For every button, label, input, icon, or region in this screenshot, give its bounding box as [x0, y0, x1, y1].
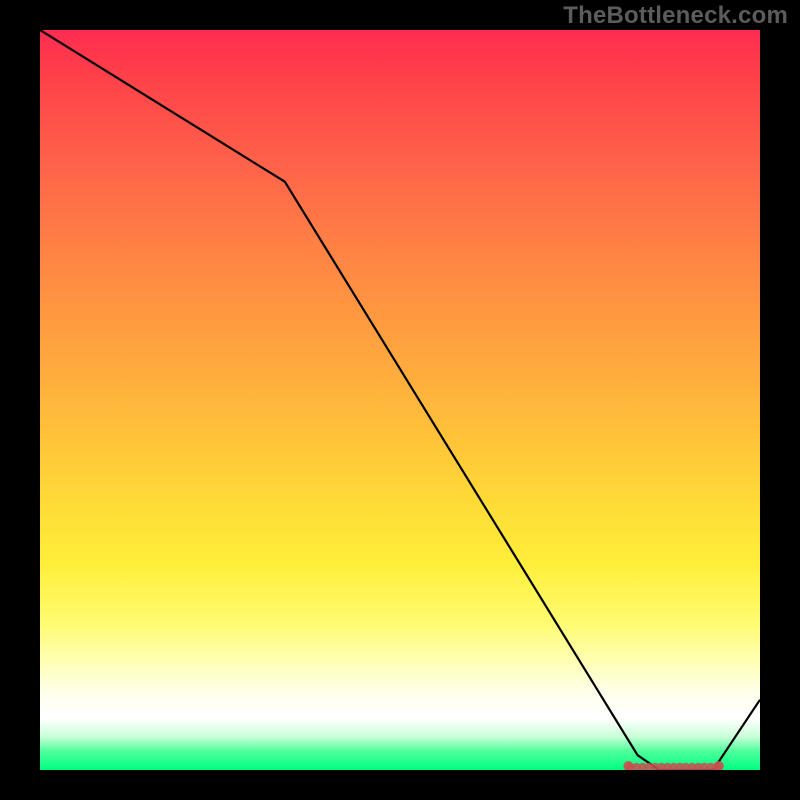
plot-area [40, 30, 760, 770]
chart-overlay [40, 30, 760, 770]
curve-line [40, 30, 760, 770]
watermark-text: TheBottleneck.com [563, 2, 788, 30]
chart-container: TheBottleneck.com [0, 0, 800, 800]
optimal-marker-strip [623, 761, 723, 770]
bottleneck-curve [40, 30, 760, 770]
